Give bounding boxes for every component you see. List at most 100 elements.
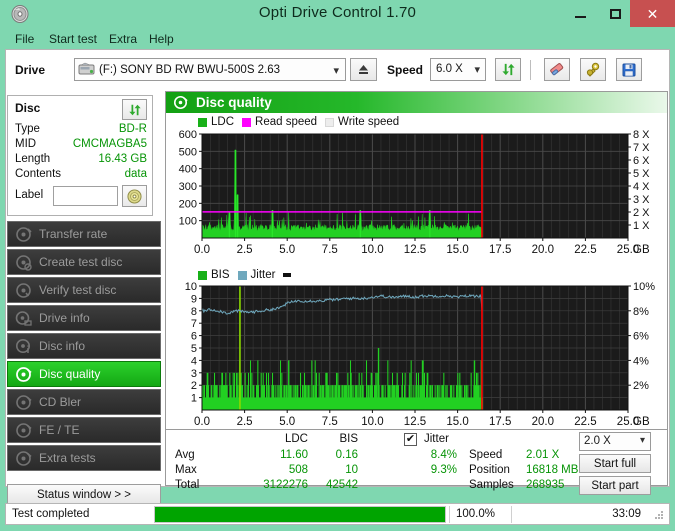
svg-text:7 X: 7 X	[633, 142, 650, 154]
sidebar-item-extra-tests[interactable]: Extra tests	[7, 445, 161, 471]
maximize-button[interactable]	[600, 0, 630, 27]
eject-button[interactable]	[350, 58, 377, 81]
disc-refresh-button[interactable]	[122, 99, 147, 120]
disc-key-contents: Contents	[15, 168, 61, 180]
ldc-chart-svg: 1002003004005006001 X2 X3 X4 X5 X6 X7 X8…	[166, 128, 667, 258]
menu-file[interactable]: File	[10, 30, 39, 48]
sidebar-item-disc-info[interactable]: Disc info	[7, 333, 161, 359]
disc-quality-icon	[173, 95, 188, 110]
svg-text:20.0: 20.0	[532, 244, 554, 256]
erase-button[interactable]	[544, 58, 570, 81]
sidebar-label-transfer-rate: Transfer rate	[39, 227, 107, 241]
floppy-save-icon	[622, 63, 636, 77]
menu-start-test[interactable]: Start test	[44, 30, 102, 48]
chevron-down-icon: ▾	[333, 64, 339, 77]
sidebar-item-fe-te[interactable]: FE / TE	[7, 417, 161, 443]
svg-text:5 X: 5 X	[633, 168, 650, 180]
disc-label-button[interactable]	[122, 185, 147, 207]
svg-text:17.5: 17.5	[489, 244, 511, 256]
legend-ldc: LDC	[198, 116, 234, 128]
svg-text:3 X: 3 X	[633, 194, 650, 206]
legend-swatch-read-speed	[242, 118, 251, 127]
disc-row-mid: MID CMCMAGBA5	[15, 138, 147, 154]
cd-disc-icon	[127, 189, 142, 204]
refresh-button[interactable]	[495, 58, 521, 81]
svg-text:0.0: 0.0	[194, 244, 210, 256]
svg-text:GB: GB	[633, 244, 650, 256]
stats-speed-value: 2.01 X	[526, 449, 576, 461]
stats-max-ldc: 508	[256, 464, 308, 476]
sidebar-item-disc-quality[interactable]: Disc quality	[7, 361, 161, 387]
sidebar-item-transfer-rate[interactable]: Transfer rate	[7, 221, 161, 247]
disc-quality-icon	[15, 366, 32, 383]
settings-button[interactable]	[580, 58, 606, 81]
svg-text:5: 5	[191, 343, 197, 355]
start-full-button[interactable]: Start full	[579, 454, 651, 473]
svg-text:10: 10	[185, 281, 197, 293]
disc-label-input[interactable]	[53, 186, 118, 206]
jitter-checkbox[interactable]: ✔	[404, 433, 417, 446]
sidebar-label-drive-info: Drive info	[39, 311, 90, 325]
stats-max-bis: 10	[316, 464, 358, 476]
speed-value: 6.0 X	[436, 63, 463, 75]
disc-key-mid: MID	[15, 138, 36, 150]
stats-header-bis: BIS	[316, 433, 358, 445]
legend-swatch-marker	[283, 273, 291, 277]
sidebar-item-cd-bler[interactable]: CD Bler	[7, 389, 161, 415]
start-part-button[interactable]: Start part	[579, 476, 651, 495]
svg-text:200: 200	[179, 198, 197, 210]
sidebar-item-create-test-disc[interactable]: Create test disc	[7, 249, 161, 275]
svg-text:4 X: 4 X	[633, 181, 650, 193]
svg-text:7.5: 7.5	[322, 244, 338, 256]
legend-label-read-speed: Read speed	[255, 116, 317, 128]
svg-text:6: 6	[191, 331, 197, 343]
drive-select[interactable]: (F:) SONY BD RW BWU-500S 2.63 ▾	[74, 58, 346, 81]
svg-text:300: 300	[179, 181, 197, 193]
sidebar-item-drive-info[interactable]: Drive info	[7, 305, 161, 331]
sidebar-label-disc-quality: Disc quality	[39, 367, 100, 381]
svg-text:8: 8	[191, 306, 197, 318]
svg-text:2 X: 2 X	[633, 207, 650, 219]
menu-extra[interactable]: Extra	[104, 30, 142, 48]
legend-write-speed: Write speed	[325, 116, 399, 128]
minimize-button[interactable]	[565, 0, 595, 27]
sidebar-label-verify-test-disc: Verify test disc	[39, 283, 116, 297]
status-window-button[interactable]: Status window > >	[7, 484, 161, 505]
chart-panel-title: Disc quality	[196, 95, 272, 110]
legend-swatch-jitter	[238, 271, 247, 280]
test-speed-select[interactable]: 2.0 X ▾	[579, 432, 651, 451]
disc-label-key: Label	[15, 189, 43, 201]
save-button[interactable]	[616, 58, 642, 81]
ldc-chart-legend: LDC Read speed Write speed	[198, 116, 407, 128]
stats-max-jitter: 9.3%	[409, 464, 457, 476]
refresh-arrows-icon	[128, 103, 142, 117]
sidebar-label-cd-bler: CD Bler	[39, 395, 81, 409]
status-separator-2	[511, 506, 512, 523]
resize-grip[interactable]	[654, 510, 664, 520]
disc-info-panel: Disc Type BD-R MID CMCMAGBA5 Length 16.4…	[7, 95, 153, 216]
speed-select[interactable]: 6.0 X ▾	[430, 58, 486, 81]
svg-text:3: 3	[191, 368, 197, 380]
disc-test-icon	[15, 226, 32, 243]
svg-text:2.5: 2.5	[237, 416, 253, 428]
chevron-down-icon: ▾	[474, 63, 480, 76]
disc-value-type: BD-R	[119, 123, 147, 135]
stats-samples-label: Samples	[469, 479, 514, 491]
svg-text:2%: 2%	[633, 380, 649, 392]
disc-verify-icon	[15, 282, 32, 299]
disc-bler-icon	[15, 394, 32, 411]
sidebar-item-verify-test-disc[interactable]: Verify test disc	[7, 277, 161, 303]
svg-text:8%: 8%	[633, 306, 649, 318]
bis-jitter-chart: 123456789102%4%6%8%10%0.02.55.07.510.012…	[166, 280, 667, 435]
drive-info-icon	[15, 310, 32, 327]
menu-help[interactable]: Help	[144, 30, 179, 48]
stats-row-label-total: Total	[175, 479, 199, 491]
svg-text:6%: 6%	[633, 331, 649, 343]
close-button[interactable]: ✕	[630, 0, 675, 27]
statistics-panel: LDC BIS ✔ Jitter Avg 11.60 0.16 8.4% Max…	[165, 429, 668, 486]
legend-swatch-write-speed	[325, 118, 334, 127]
status-message: Test completed	[12, 508, 89, 520]
svg-text:9: 9	[191, 293, 197, 305]
svg-text:10%: 10%	[633, 281, 655, 293]
svg-text:22.5: 22.5	[574, 416, 596, 428]
